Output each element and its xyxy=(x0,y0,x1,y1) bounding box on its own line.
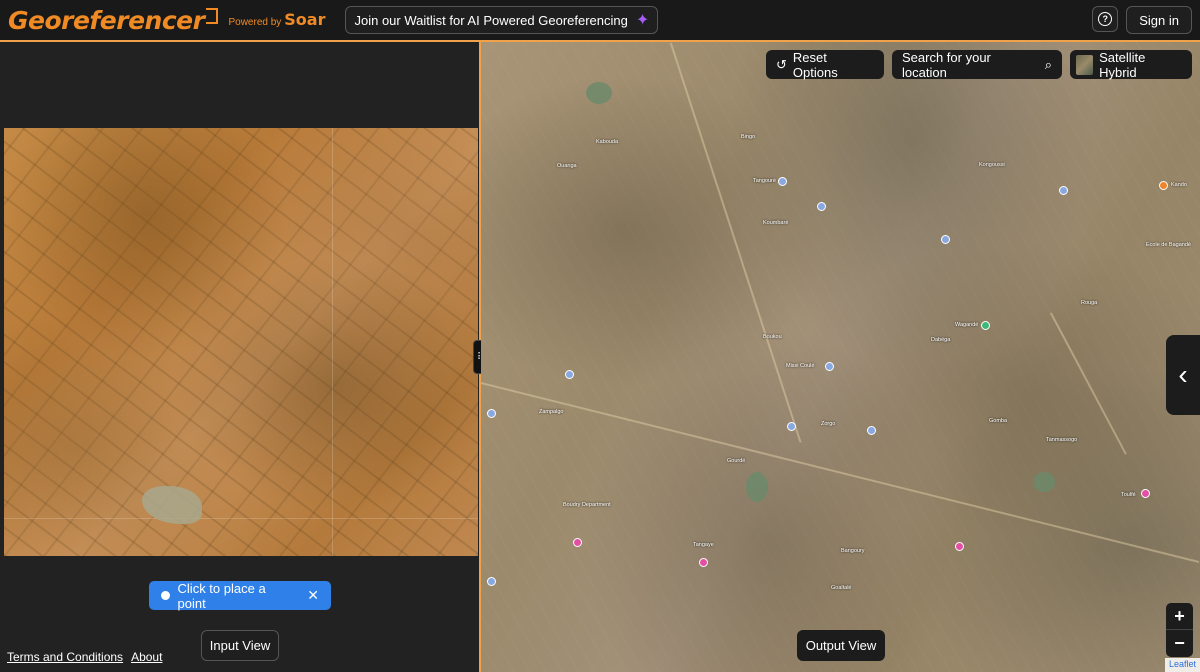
logo-mark-icon xyxy=(206,8,219,24)
search-label: Search for your location xyxy=(902,49,991,80)
map-place-label: Koumbaré xyxy=(763,220,789,226)
map-pin-icon[interactable] xyxy=(487,577,496,586)
map-place-label: Ecole de Bagandé xyxy=(1146,242,1191,248)
map-pin-icon[interactable] xyxy=(487,409,496,418)
logo-text: Georeferencer xyxy=(8,5,205,35)
map-lake xyxy=(746,472,768,502)
image-gridline xyxy=(4,518,478,519)
map-pin-icon[interactable] xyxy=(1141,489,1150,498)
input-view-button[interactable]: Input View xyxy=(201,630,279,661)
sparkle-icon: ✦ xyxy=(635,12,650,29)
map-pin-icon[interactable] xyxy=(867,426,876,435)
place-point-label: Click to place a point xyxy=(177,580,266,611)
map-pin-icon[interactable] xyxy=(778,177,787,186)
map-road xyxy=(1050,312,1127,455)
input-map-image[interactable] xyxy=(4,128,478,556)
terms-link[interactable]: Terms and Conditions xyxy=(7,650,123,664)
map-pin-icon[interactable] xyxy=(573,538,582,547)
help-button[interactable]: ? xyxy=(1092,6,1119,32)
output-map[interactable]: Kabouda Ouanga Bingo Tangouré Koumbaré D… xyxy=(481,42,1200,672)
map-place-label: Kando xyxy=(1171,182,1187,188)
map-road xyxy=(670,42,802,443)
map-place-label: Kongoussi xyxy=(979,162,1005,168)
map-place-label: Wagandé xyxy=(955,322,979,328)
reset-options-button[interactable]: ↺ Reset Options xyxy=(766,49,884,80)
map-place-label: Tanmassogo xyxy=(1046,437,1078,443)
soar-brand[interactable]: Soar xyxy=(284,10,325,29)
map-pin-icon[interactable] xyxy=(817,202,826,211)
map-place-label: Tangouré xyxy=(753,178,776,184)
help-icon: ? xyxy=(1098,12,1113,26)
map-pin-icon[interactable] xyxy=(955,542,964,551)
map-road xyxy=(481,382,1200,563)
map-place-label: Missi Coulé xyxy=(786,363,815,369)
map-place-label: Zorgo xyxy=(821,421,836,427)
map-place-label: Zampalgo xyxy=(539,409,564,415)
input-panel: Click to place a point ✕ Input View Term… xyxy=(0,42,480,672)
map-place-label: Kabouda xyxy=(596,139,619,145)
waitlist-button[interactable]: Join our Waitlist for AI Powered Georefe… xyxy=(345,6,659,34)
map-toolbar: ↺ Reset Options Search for your location… xyxy=(766,49,1192,80)
reset-label: Reset Options xyxy=(792,49,838,80)
location-search-button[interactable]: Search for your location ⌕ xyxy=(892,49,1062,80)
layer-label: Satellite Hybrid xyxy=(1099,49,1146,80)
georeferencer-logo[interactable]: Georeferencer xyxy=(8,5,219,35)
map-pin-icon[interactable] xyxy=(1159,181,1168,190)
sign-in-button[interactable]: Sign in xyxy=(1126,6,1192,34)
map-pin-icon[interactable] xyxy=(941,235,950,244)
map-place-label: Gomba xyxy=(989,418,1008,424)
zoom-control: + − xyxy=(1166,603,1193,657)
map-place-label: Bingo xyxy=(741,134,756,140)
reset-icon: ↺ xyxy=(776,56,787,72)
map-place-label: Goaltalé xyxy=(831,585,852,591)
zoom-in-button[interactable]: + xyxy=(1166,603,1193,630)
map-lake xyxy=(1033,472,1055,492)
leaflet-link[interactable]: Leaflet xyxy=(1169,659,1196,669)
search-icon: ⌕ xyxy=(1044,56,1052,72)
footer-links: Terms and Conditions About xyxy=(7,650,162,664)
map-pin-icon[interactable] xyxy=(565,370,574,379)
map-place-label: Rouga xyxy=(1081,300,1098,306)
map-place-label: Boudry Department xyxy=(563,502,611,508)
about-link[interactable]: About xyxy=(131,650,162,664)
map-pin-icon[interactable] xyxy=(981,321,990,330)
chevron-left-icon[interactable]: ‹ xyxy=(1166,335,1200,415)
zoom-out-button[interactable]: − xyxy=(1166,630,1193,657)
map-pin-icon[interactable] xyxy=(787,422,796,431)
output-view-button[interactable]: Output View xyxy=(797,630,885,661)
map-pin-icon[interactable] xyxy=(825,362,834,371)
map-place-label: Toulfé xyxy=(1121,492,1136,498)
close-icon[interactable]: ✕ xyxy=(307,587,319,604)
map-place-label: Ouanga xyxy=(557,163,577,169)
map-place-label: Tangaye xyxy=(693,542,714,548)
top-header: Georeferencer Powered by Soar Join our W… xyxy=(0,0,1200,42)
map-lake xyxy=(586,82,612,104)
layer-switch-button[interactable]: Satellite Hybrid xyxy=(1070,49,1192,80)
map-pin-icon[interactable] xyxy=(699,558,708,567)
point-dot-icon xyxy=(161,591,170,600)
map-place-label: Boukou xyxy=(763,334,782,340)
waitlist-label: Join our Waitlist for AI Powered Georefe… xyxy=(354,12,628,28)
map-place-label: Gourdé xyxy=(727,458,746,464)
layer-thumbnail xyxy=(1076,54,1094,75)
leaflet-attribution[interactable]: Leaflet xyxy=(1164,658,1200,672)
map-pin-icon[interactable] xyxy=(1059,186,1068,195)
place-point-prompt[interactable]: Click to place a point ✕ xyxy=(149,580,331,611)
map-place-label: Dabéga xyxy=(931,337,951,343)
powered-by-label: Powered by xyxy=(228,16,282,28)
image-gridline xyxy=(332,128,333,556)
map-place-label: Bangoury xyxy=(841,548,865,554)
